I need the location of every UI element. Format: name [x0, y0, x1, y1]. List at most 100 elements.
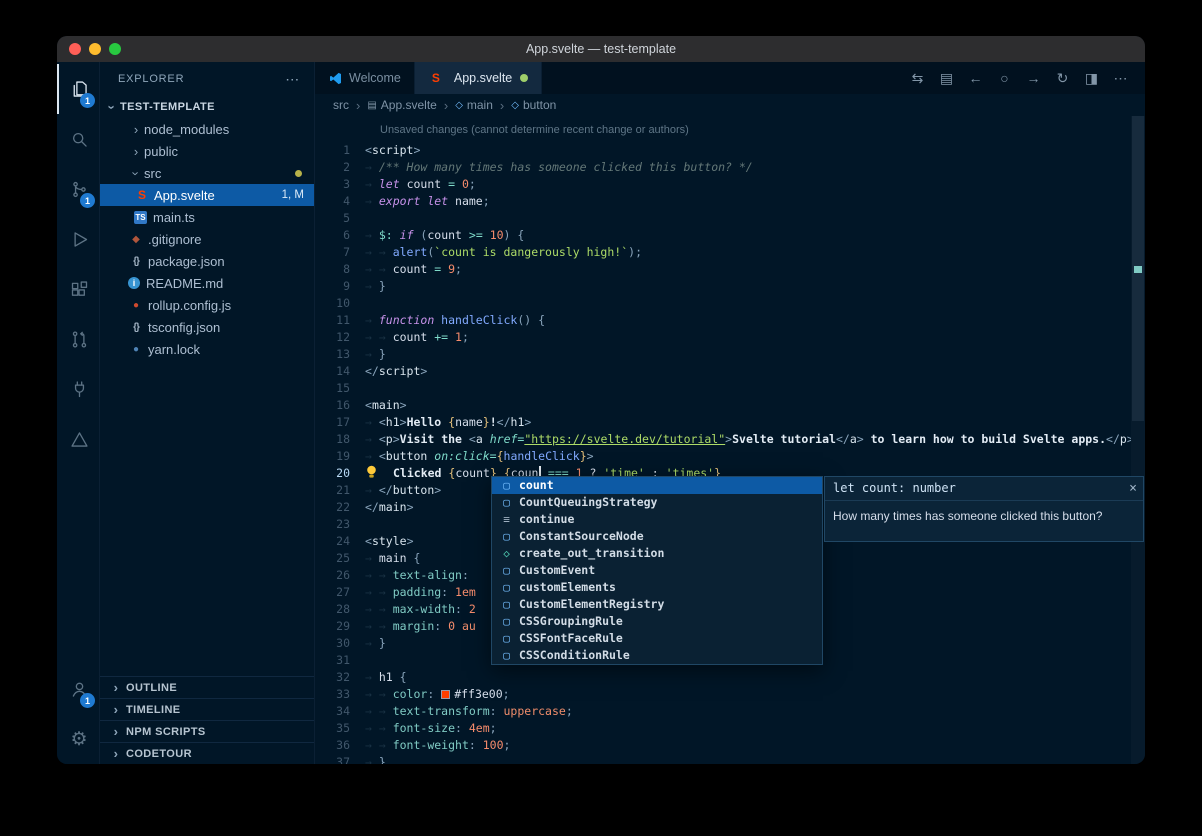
code-line-35[interactable]: 35→ → font-size: 4em;	[315, 720, 1145, 737]
breadcrumb-main[interactable]: ◇main	[455, 98, 493, 112]
tree-item-.gitignore[interactable]: ◆.gitignore	[100, 228, 314, 250]
line-number[interactable]: 30	[315, 635, 365, 652]
suggestion-continue[interactable]: ≡continue	[492, 511, 822, 528]
suggestion-CSSConditionRule[interactable]: ▢CSSConditionRule	[492, 647, 822, 664]
line-number[interactable]: 33	[315, 686, 365, 703]
suggestion-CustomEvent[interactable]: ▢CustomEvent	[492, 562, 822, 579]
line-number[interactable]: 18	[315, 431, 365, 448]
line-number[interactable]: 11	[315, 312, 365, 329]
triangle-extension-icon[interactable]	[57, 414, 99, 464]
line-number[interactable]: 15	[315, 380, 365, 397]
line-number[interactable]: 12	[315, 329, 365, 346]
code-line-1[interactable]: 1<script>	[315, 142, 1145, 159]
code-line-36[interactable]: 36→ → font-weight: 100;	[315, 737, 1145, 754]
tour-next-icon[interactable]: →	[1019, 62, 1048, 94]
line-number[interactable]: 3	[315, 176, 365, 193]
line-number[interactable]: 16	[315, 397, 365, 414]
split-editor-icon[interactable]: ◨	[1077, 62, 1106, 94]
code-line-18[interactable]: 18→ <p>Visit the <a href="https://svelte…	[315, 431, 1145, 448]
line-number[interactable]: 14	[315, 363, 365, 380]
tree-item-tsconfig.json[interactable]: {}tsconfig.json	[100, 316, 314, 338]
code-line-10[interactable]: 10	[315, 295, 1145, 312]
source-control-icon[interactable]: 1	[57, 164, 99, 214]
github-pr-icon[interactable]	[57, 314, 99, 364]
code-line-14[interactable]: 14</script>	[315, 363, 1145, 380]
line-number[interactable]: 6	[315, 227, 365, 244]
line-number[interactable]: 29	[315, 618, 365, 635]
code-line-32[interactable]: 32→ h1 {	[315, 669, 1145, 686]
line-number[interactable]: 34	[315, 703, 365, 720]
suggestion-customElements[interactable]: ▢customElements	[492, 579, 822, 596]
breadcrumb-button[interactable]: ◇button	[511, 98, 556, 112]
breadcrumb-app-svelte[interactable]: ▤App.svelte	[367, 98, 437, 112]
line-number[interactable]: 24	[315, 533, 365, 550]
close-button[interactable]	[69, 43, 81, 55]
zoom-button[interactable]	[109, 43, 121, 55]
code-line-11[interactable]: 11→ function handleClick() {	[315, 312, 1145, 329]
code-line-17[interactable]: 17→ <h1>Hello {name}!</h1>	[315, 414, 1145, 431]
code-line-16[interactable]: 16<main>	[315, 397, 1145, 414]
line-number[interactable]: 1	[315, 142, 365, 159]
line-number[interactable]: 37	[315, 754, 365, 764]
tree-item-yarn.lock[interactable]: ●yarn.lock	[100, 338, 314, 360]
breadcrumb-src[interactable]: src	[333, 98, 349, 112]
tour-record-icon[interactable]: ○	[990, 62, 1019, 94]
code-line-19[interactable]: 19→ <button on:click={handleClick}>	[315, 448, 1145, 465]
remote-plug-icon[interactable]	[57, 364, 99, 414]
code-line-4[interactable]: 4→ export let name;	[315, 193, 1145, 210]
code-editor[interactable]: Unsaved changes (cannot determine recent…	[315, 116, 1145, 764]
line-number[interactable]: 26	[315, 567, 365, 584]
line-number[interactable]: 20	[315, 465, 365, 482]
run-timer-icon[interactable]: ↻	[1048, 62, 1077, 94]
project-root-row[interactable]: › TEST-TEMPLATE	[100, 96, 314, 118]
line-number[interactable]: 32	[315, 669, 365, 686]
suggestion-CSSFontFaceRule[interactable]: ▢CSSFontFaceRule	[492, 630, 822, 647]
minimize-button[interactable]	[89, 43, 101, 55]
line-number[interactable]: 2	[315, 159, 365, 176]
line-number[interactable]: 13	[315, 346, 365, 363]
line-number[interactable]: 7	[315, 244, 365, 261]
code-line-6[interactable]: 6→ $: if (count >= 10) {	[315, 227, 1145, 244]
line-number[interactable]: 23	[315, 516, 365, 533]
run-debug-icon[interactable]	[57, 214, 99, 264]
tree-item-rollup.config.js[interactable]: ●rollup.config.js	[100, 294, 314, 316]
code-line-13[interactable]: 13→ }	[315, 346, 1145, 363]
line-number[interactable]: 8	[315, 261, 365, 278]
section-codetour[interactable]: ›CODETOUR	[100, 742, 314, 764]
suggestion-CountQueuingStrategy[interactable]: ▢CountQueuingStrategy	[492, 494, 822, 511]
line-number[interactable]: 4	[315, 193, 365, 210]
tour-prev-icon[interactable]: ←	[961, 62, 990, 94]
suggestion-CustomElementRegistry[interactable]: ▢CustomElementRegistry	[492, 596, 822, 613]
close-icon[interactable]: ×	[1129, 480, 1137, 497]
line-number[interactable]: 9	[315, 278, 365, 295]
titlebar[interactable]: App.svelte — test-template	[57, 36, 1145, 62]
code-line-37[interactable]: 37→ }	[315, 754, 1145, 764]
line-number[interactable]: 22	[315, 499, 365, 516]
tree-item-main.ts[interactable]: TSmain.ts	[100, 206, 314, 228]
tree-item-public[interactable]: ›public	[100, 140, 314, 162]
tree-item-node_modules[interactable]: ›node_modules	[100, 118, 314, 140]
code-line-34[interactable]: 34→ → text-transform: uppercase;	[315, 703, 1145, 720]
line-number[interactable]: 28	[315, 601, 365, 618]
more-actions-icon[interactable]: ⋯	[1106, 62, 1135, 94]
code-line-33[interactable]: 33→ → color: #ff3e00;	[315, 686, 1145, 703]
line-number[interactable]: 27	[315, 584, 365, 601]
suggestion-CSSGroupingRule[interactable]: ▢CSSGroupingRule	[492, 613, 822, 630]
tree-item-README.md[interactable]: iREADME.md	[100, 272, 314, 294]
git-compare-icon[interactable]: ⇆	[903, 62, 932, 94]
tree-item-package.json[interactable]: {}package.json	[100, 250, 314, 272]
code-line-15[interactable]: 15	[315, 380, 1145, 397]
line-number[interactable]: 36	[315, 737, 365, 754]
line-number[interactable]: 31	[315, 652, 365, 669]
explorer-icon[interactable]: 1	[57, 64, 99, 114]
line-number[interactable]: 17	[315, 414, 365, 431]
suggestion-create_out_transition[interactable]: ◇create_out_transition	[492, 545, 822, 562]
code-line-3[interactable]: 3→ let count = 0;	[315, 176, 1145, 193]
code-line-12[interactable]: 12→ → count += 1;	[315, 329, 1145, 346]
line-number[interactable]: 10	[315, 295, 365, 312]
line-number[interactable]: 5	[315, 210, 365, 227]
settings-gear-icon[interactable]: ⚙	[57, 714, 99, 764]
suggestion-ConstantSourceNode[interactable]: ▢ConstantSourceNode	[492, 528, 822, 545]
line-number[interactable]: 25	[315, 550, 365, 567]
code-line-5[interactable]: 5	[315, 210, 1145, 227]
